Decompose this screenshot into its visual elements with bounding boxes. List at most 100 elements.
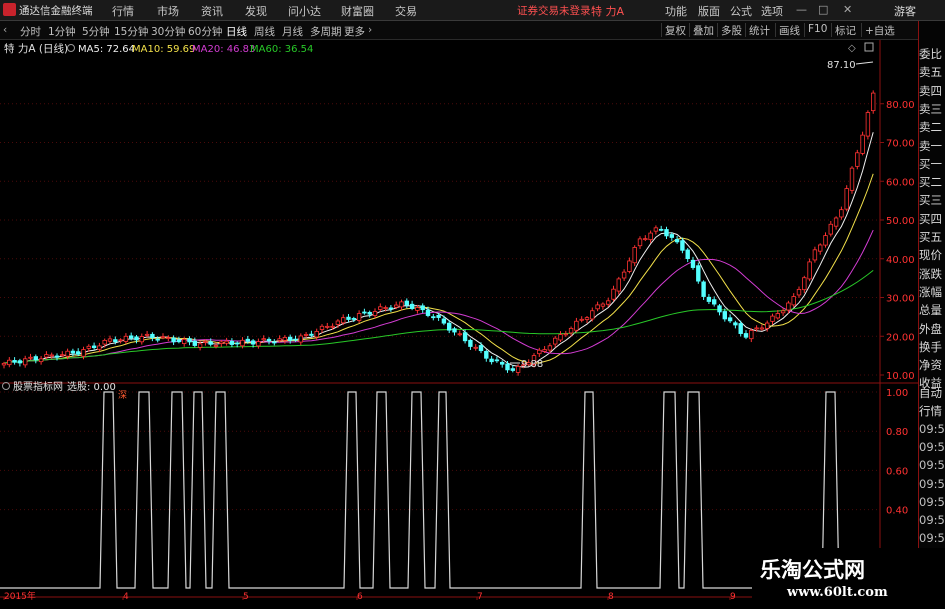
candle-body <box>489 358 494 363</box>
candle-body <box>595 304 600 310</box>
candle-body <box>606 300 611 305</box>
draw-button[interactable]: 画线 <box>775 23 800 37</box>
multi-stock-button[interactable]: 多股 <box>717 23 742 37</box>
candle-body <box>123 335 129 342</box>
candle-body <box>22 358 28 366</box>
candle-body <box>452 328 457 333</box>
menu-item-quotes[interactable]: 行情 <box>112 3 134 19</box>
period-tab-5min[interactable]: 5分钟 <box>82 24 110 39</box>
candle-body <box>441 318 447 324</box>
candle-body <box>568 327 574 334</box>
candle-body <box>865 112 871 137</box>
candle-body <box>383 307 388 309</box>
period-tab-60min[interactable]: 60分钟 <box>188 24 222 39</box>
period-tab-monthly[interactable]: 月线 <box>282 24 303 39</box>
menu-item-options[interactable]: 选项 <box>761 3 783 19</box>
signal-path <box>0 391 880 589</box>
candle-body <box>457 333 462 336</box>
candle-body <box>60 354 65 357</box>
ma-legend-0: MA5: 72.64 <box>78 44 135 55</box>
candle-body <box>505 363 510 371</box>
period-tab-1min[interactable]: 1分钟 <box>48 24 76 39</box>
back-icon[interactable]: ‹ <box>3 24 7 36</box>
period-tab-30min[interactable]: 30分钟 <box>151 24 185 39</box>
quote-panel: 委比 卖五 卖四 卖三 卖二 卖一 买一 买二 买三 买四 买五 现价 涨跌 涨幅 总量 外盘 换手 净资 收益 自动… <box>918 21 945 601</box>
stats-button[interactable]: 统计 <box>745 23 770 37</box>
candle-body <box>590 310 595 320</box>
period-toolbar: ‹ 分时 1分钟 5分钟 15分钟 30分钟 60分钟 日线 周线 月线 多周期… <box>0 21 945 40</box>
f10-button[interactable]: F10 <box>804 23 827 37</box>
candle-body <box>113 339 118 343</box>
menu-item-formula[interactable]: 公式 <box>730 3 752 19</box>
candle-body <box>579 318 584 321</box>
candle-body <box>277 338 282 341</box>
candle-body <box>563 333 568 336</box>
x-axis-label: 5 <box>243 592 249 600</box>
user-label[interactable]: 游客 <box>894 3 916 19</box>
candle-body <box>494 359 500 362</box>
candle-body <box>208 341 213 345</box>
candle-body <box>431 316 436 319</box>
candle-body <box>786 302 791 311</box>
maximize-icon[interactable]: □ <box>818 3 828 16</box>
candle-body <box>473 346 478 349</box>
login-status[interactable]: 证券交易未登录 <box>517 3 591 18</box>
candle-body <box>340 317 346 324</box>
menu-item-trade[interactable]: 交易 <box>395 3 417 19</box>
candle-body <box>250 340 256 345</box>
overlay-button[interactable]: 叠加 <box>689 23 714 37</box>
candle-body <box>860 134 865 154</box>
period-tab-more[interactable]: 更多 <box>344 24 365 39</box>
candle-body <box>17 360 23 364</box>
candle-body <box>256 341 261 347</box>
period-tab-multi[interactable]: 多周期 <box>310 24 342 39</box>
candle-body <box>91 345 97 349</box>
candle-body <box>765 322 770 329</box>
candle-body <box>484 350 489 359</box>
app-title: 通达信金融终端 <box>19 5 93 17</box>
more-chevron-icon[interactable]: › <box>368 24 372 36</box>
kline-chart[interactable]: 80.00 70.00 60.00 50.00 40.00 30.00 20.00 10.00… <box>0 40 918 600</box>
sub-chart-value: 选股: 0.00 <box>67 380 116 393</box>
sub-chart-title: 股票指标网 <box>13 380 63 393</box>
menu-item-news[interactable]: 资讯 <box>201 3 223 19</box>
period-tab-weekly[interactable]: 周线 <box>254 24 275 39</box>
candle-body <box>12 360 17 363</box>
y-tick-label: 30.00 <box>886 294 915 305</box>
quote-field-label: 委比 <box>919 47 942 61</box>
menu-item-ask[interactable]: 问小达 <box>288 3 321 19</box>
minimize-icon[interactable]: — <box>796 3 807 16</box>
candle-body <box>314 331 319 338</box>
candle-body <box>680 240 685 251</box>
candle-body <box>415 307 420 311</box>
candle-body <box>293 338 298 341</box>
candle-body <box>224 340 229 344</box>
menu-item-market[interactable]: 市场 <box>157 3 179 19</box>
candle-body <box>542 349 547 352</box>
period-tab-timeshare[interactable]: 分时 <box>20 24 41 39</box>
menu-item-discover[interactable]: 发现 <box>245 3 267 19</box>
menu-item-wealth[interactable]: 财富圈 <box>341 3 374 19</box>
add-watchlist-button[interactable]: +自选 <box>861 23 895 37</box>
quote-field-label: 现价 <box>919 248 942 263</box>
close-icon[interactable]: ✕ <box>843 3 852 16</box>
period-tab-15min[interactable]: 15分钟 <box>114 24 148 39</box>
watermark-url: www.60lt.com <box>787 585 888 600</box>
candle-body <box>7 359 12 366</box>
candle-body <box>436 314 441 318</box>
candle-body <box>462 332 468 342</box>
quote-field-label: 买四 <box>919 211 942 226</box>
adjust-button[interactable]: 复权 <box>661 23 686 37</box>
candle-body <box>309 333 314 336</box>
menu-item-functions[interactable]: 功能 <box>665 3 687 19</box>
candle-body <box>187 338 192 343</box>
candle-body <box>378 306 383 310</box>
menu-item-layout[interactable]: 版面 <box>698 3 720 19</box>
mark-button[interactable]: 标记 <box>831 23 856 37</box>
candle-body <box>107 338 113 342</box>
x-axis-label: 2015年 <box>4 590 36 600</box>
period-tab-daily[interactable]: 日线 <box>226 24 247 39</box>
candle-body <box>181 338 187 344</box>
chart-title: 特 力A (日线) <box>4 42 68 55</box>
y-tick-label: 20.00 <box>886 332 915 343</box>
